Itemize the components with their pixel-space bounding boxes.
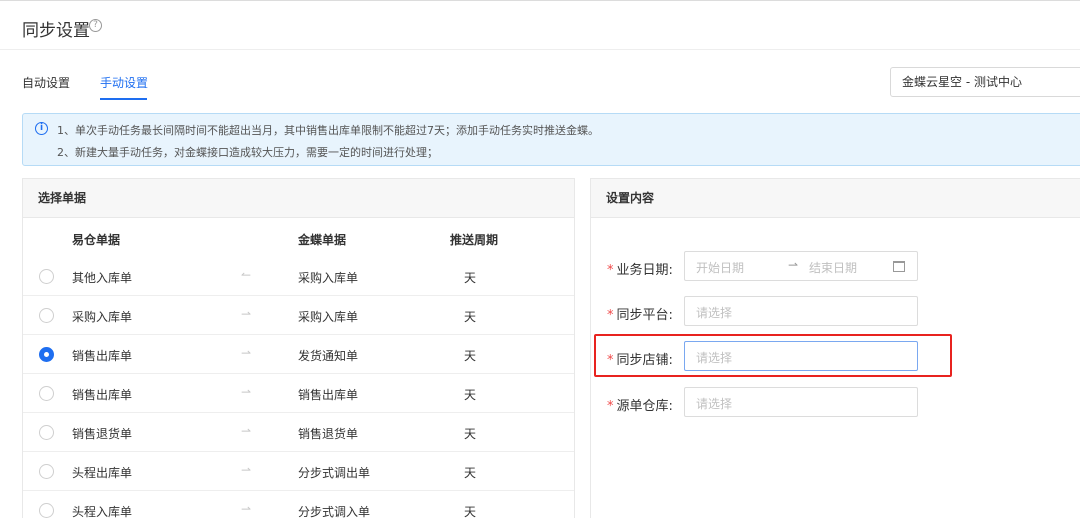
tab-manual-settings[interactable]: 手动设置 [100, 74, 148, 91]
settings-panel: 设置内容 * 业务日期: 开始日期 ⇀ 结束日期 * 同步平台: 请选择 * 同步店铺… [590, 178, 1080, 518]
push-period-cell: 天 [464, 388, 477, 402]
source-document-cell: 销售退货单 [72, 427, 133, 441]
tab-auto-settings[interactable]: 自动设置 [22, 74, 70, 91]
document-select-panel: 选择单据 易仓单据 金蝶单据 推送周期 其他入库单 ↼ 采购入库单天采购入库单 ⇀ 采购… [22, 178, 575, 518]
page-title: 同步设置 [22, 21, 90, 41]
table-row[interactable]: 头程入库单 ⇀ 分步式调入单 天 [23, 491, 574, 518]
arrow-icon: ⇀ [241, 424, 252, 438]
target-document-cell: 销售退货单 [298, 427, 359, 441]
target-document-cell: 销售出库单 [298, 388, 359, 402]
target-document-cell: 发货通知单 [298, 349, 359, 363]
target-document-cell: 分步式调出单 [298, 466, 371, 480]
panel-title: 选择单据 [23, 179, 574, 218]
info-circle-icon: i [35, 122, 48, 135]
push-period-cell: 天 [464, 466, 477, 480]
push-period-cell: 天 [464, 271, 477, 285]
row-radio[interactable] [39, 308, 54, 323]
arrow-icon: ⇀ [241, 346, 252, 360]
target-document-cell: 采购入库单 [298, 310, 359, 324]
source-warehouse-select[interactable]: 请选择 [684, 387, 918, 417]
source-warehouse-label: * 源单仓库: [607, 399, 673, 414]
push-period-cell: 天 [464, 349, 477, 363]
table-row[interactable]: 采购入库单 ⇀ 采购入库单 天 [23, 296, 574, 335]
arrow-icon: ⇀ [241, 463, 252, 477]
source-document-cell: 头程出库单 [72, 466, 133, 480]
table-row[interactable]: 销售出库单 ⇀ 销售出库单 天 [23, 374, 574, 413]
active-tab-indicator [100, 98, 147, 100]
org-select[interactable]: 金蝶云星空 - 测试中心 [890, 67, 1080, 97]
source-document-cell: 销售出库单 [72, 388, 133, 402]
required-mark: * [607, 308, 614, 323]
start-date-input[interactable]: 开始日期 [696, 259, 744, 276]
required-mark: * [607, 263, 614, 278]
calendar-icon [893, 261, 905, 272]
column-header-source: 易仓单据 [72, 233, 121, 247]
sync-platform-placeholder: 请选择 [696, 306, 733, 320]
business-date-label: * 业务日期: [607, 263, 673, 278]
range-separator: ⇀ [788, 258, 799, 272]
source-document-cell: 销售出库单 [72, 349, 133, 363]
arrow-icon: ⇀ [241, 385, 252, 399]
source-document-cell: 头程入库单 [72, 505, 133, 518]
row-radio[interactable] [39, 503, 54, 518]
source-document-cell: 其他入库单 [72, 271, 133, 285]
required-mark: * [607, 399, 614, 414]
row-radio[interactable] [39, 269, 54, 284]
row-radio[interactable] [39, 347, 54, 362]
row-radio[interactable] [39, 464, 54, 479]
target-document-cell: 采购入库单 [298, 271, 359, 285]
notice-banner: i 1、单次手动任务最长间隔时间不能超出当月，其中销售出库单限制不能超过7天；添… [22, 113, 1080, 166]
end-date-input[interactable]: 结束日期 [809, 259, 857, 276]
source-document-cell: 采购入库单 [72, 310, 133, 324]
source-warehouse-placeholder: 请选择 [696, 397, 733, 411]
sync-platform-label: * 同步平台: [607, 308, 673, 323]
table-row[interactable]: 销售退货单 ⇀ 销售退货单 天 [23, 413, 574, 452]
page-header: 同步设置 ? [0, 1, 1080, 50]
arrow-icon: ⇀ [241, 502, 252, 516]
push-period-cell: 天 [464, 427, 477, 441]
sync-platform-select[interactable]: 请选择 [684, 296, 918, 326]
column-header-period: 推送周期 [450, 233, 499, 247]
business-date-range-picker[interactable]: 开始日期 ⇀ 结束日期 [684, 251, 918, 281]
question-circle-icon[interactable]: ? [89, 19, 102, 32]
row-radio[interactable] [39, 425, 54, 440]
row-radio[interactable] [39, 386, 54, 401]
table-row[interactable]: 销售出库单 ⇀ 发货通知单 天 [23, 335, 574, 374]
table-row[interactable]: 其他入库单 ↼ 采购入库单 天 [23, 257, 574, 296]
push-period-cell: 天 [464, 505, 477, 518]
table-row[interactable]: 头程出库单 ⇀ 分步式调出单 天 [23, 452, 574, 491]
arrow-icon: ⇀ [241, 307, 252, 321]
column-header-target: 金蝶单据 [298, 233, 347, 247]
arrow-icon: ↼ [241, 268, 252, 282]
highlight-annotation-box [594, 334, 952, 377]
target-document-cell: 分步式调入单 [298, 505, 371, 518]
notice-line-2: 2、新建大量手动任务，对金蝶接口造成较大压力，需要一定的时间进行处理； [57, 146, 438, 159]
push-period-cell: 天 [464, 310, 477, 324]
panel-title: 设置内容 [591, 179, 1080, 218]
notice-line-1: 1、单次手动任务最长间隔时间不能超出当月，其中销售出库单限制不能超过7天；添加手… [57, 124, 599, 137]
